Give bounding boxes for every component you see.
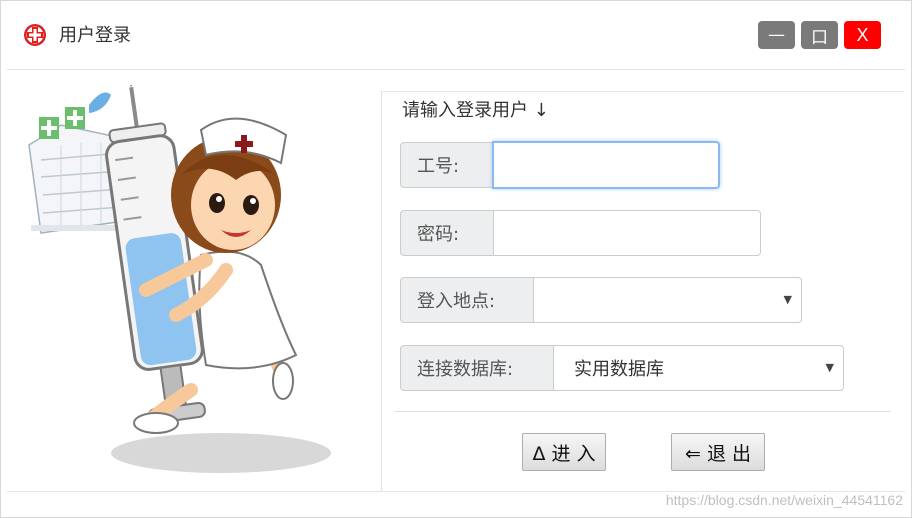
enter-button[interactable]: Δ 进 入	[522, 433, 606, 471]
login-prompt: 请输入登录用户 ↓	[402, 100, 549, 121]
nurse-illustration	[28, 85, 331, 473]
password-group: 密码:	[400, 210, 761, 256]
location-label: 登入地点:	[400, 277, 533, 323]
database-select[interactable]: 实用数据库 ▼	[553, 345, 844, 391]
title-bar: 用户登录 — 口 X	[1, 1, 911, 69]
location-select[interactable]: ▼	[533, 277, 802, 323]
password-input[interactable]	[493, 210, 761, 256]
database-group: 连接数据库: 实用数据库 ▼	[400, 345, 844, 391]
password-label: 密码:	[400, 210, 493, 256]
exit-button[interactable]: ⇐ 退 出	[671, 433, 765, 471]
form-top-border	[382, 91, 904, 92]
form-divider	[395, 411, 891, 412]
database-value: 实用数据库	[574, 359, 664, 380]
watermark: https://blog.csdn.net/weixin_44541162	[665, 492, 903, 508]
location-group: 登入地点: ▼	[400, 277, 802, 323]
red-cross-icon	[24, 24, 46, 46]
close-button[interactable]: X	[844, 21, 881, 49]
minimize-button[interactable]: —	[758, 21, 795, 49]
dropdown-arrow-icon: ▼	[783, 293, 792, 306]
database-label: 连接数据库:	[400, 345, 553, 391]
window-title: 用户登录	[59, 25, 131, 46]
panel-divider	[381, 91, 382, 491]
dropdown-arrow-icon: ▼	[825, 361, 834, 374]
maximize-button[interactable]: 口	[801, 21, 838, 49]
login-window: 用户登录 — 口 X 请输入登录用户 ↓ 工号: 密码: 登入地点: ▼ 连接数…	[0, 0, 912, 518]
employee-id-group: 工号:	[400, 141, 720, 189]
title-divider	[7, 69, 905, 70]
employee-id-label: 工号:	[400, 142, 492, 188]
employee-id-input[interactable]	[492, 141, 720, 189]
